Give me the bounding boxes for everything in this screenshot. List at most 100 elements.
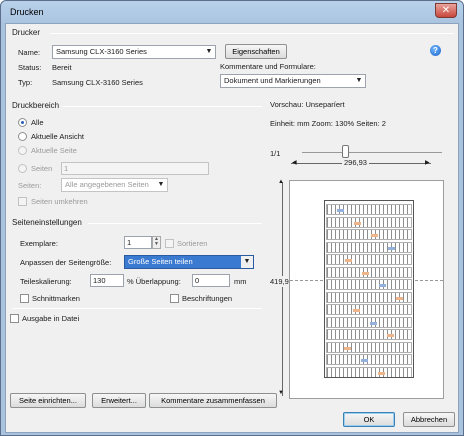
preview-highlight-mark: [378, 371, 385, 375]
help-icon[interactable]: ?: [430, 45, 441, 56]
cancel-button[interactable]: Abbrechen: [403, 412, 455, 427]
preview-text-line: [326, 291, 412, 303]
preview-page-indicator: 1/1: [270, 149, 281, 158]
preview-highlight-mark: [344, 346, 351, 350]
preview-text-line: [326, 354, 412, 365]
page-scaling-select[interactable]: Große Seiten teilen ▼: [124, 255, 254, 269]
copies-stepper[interactable]: ▲ ▼: [152, 236, 161, 249]
ok-button[interactable]: OK: [343, 412, 395, 427]
preview-text-line: [326, 316, 412, 328]
height-dimension-line: [282, 182, 283, 396]
printer-type-value: Samsung CLX-3160 Series: [52, 78, 143, 87]
overlap-unit: mm: [234, 277, 247, 286]
preview-highlight-mark: [353, 309, 360, 312]
comments-forms-value: Dokument und Markierungen: [224, 76, 321, 85]
print-to-file-label: Ausgabe in Datei: [22, 314, 80, 323]
window-title: Drucken: [10, 7, 44, 17]
cut-marks-checkbox[interactable]: [20, 294, 29, 303]
page-scaling-label: Anpassen der Seitengröße:: [20, 258, 112, 267]
print-range-separator: [62, 106, 262, 107]
printer-type-label: Typ:: [18, 78, 33, 87]
page-scaling-value: Große Seiten teilen: [128, 257, 193, 266]
advanced-button[interactable]: Erweitert...: [92, 393, 146, 408]
printer-section-title: Drucker: [12, 28, 41, 37]
page-slider-thumb[interactable]: [342, 145, 349, 158]
labels-label: Beschriftungen: [182, 294, 233, 303]
copies-input[interactable]: 1: [124, 236, 152, 249]
preview-highlight-mark: [361, 359, 368, 362]
radio-current-page[interactable]: [18, 146, 27, 155]
file-separator: [12, 308, 262, 309]
printer-name-value: Samsung CLX-3160 Series: [56, 47, 147, 56]
subset-label: Seiten:: [18, 181, 42, 190]
radio-current-view[interactable]: [18, 132, 27, 141]
preview-highlight-mark: [379, 284, 386, 287]
preview-text-line: [326, 279, 412, 290]
comments-forms-label: Kommentare und Formulare:: [220, 62, 316, 71]
chevron-down-icon: ▼: [157, 181, 165, 188]
preview-info: Einheit: mm Zoom: 130% Seiten: 2: [270, 119, 386, 128]
radio-pages-label: Seiten: [31, 164, 53, 173]
tile-scale-label: Teileskalierung:: [20, 277, 72, 286]
preview-highlight-mark: [345, 259, 352, 262]
tile-scale-input[interactable]: 130: [90, 274, 124, 287]
radio-current-view-label: Aktuelle Ansicht: [31, 132, 84, 141]
preview-text-line: [326, 254, 412, 265]
preview-text-line: [326, 241, 412, 253]
arrow-up-icon: ▲: [278, 179, 284, 185]
printer-status-value: Bereit: [52, 63, 72, 72]
preview-text-line: [326, 329, 412, 340]
printer-name-label: Name:: [18, 48, 41, 57]
labels-checkbox[interactable]: [170, 294, 179, 303]
preview-highlight-mark: [354, 221, 361, 225]
print-range-section-title: Druckbereich: [12, 101, 60, 110]
cut-marks-label: Schnittmarken: [32, 294, 80, 303]
preview-highlight-mark: [388, 246, 395, 250]
preview-text-line: [326, 266, 412, 278]
title-bar[interactable]: Drucken ✕: [1, 1, 463, 23]
reverse-pages-checkbox[interactable]: [18, 197, 27, 206]
radio-all[interactable]: [18, 118, 27, 127]
preview-width-value: 296,93: [342, 158, 369, 167]
preview-text-line: [326, 341, 412, 353]
properties-button[interactable]: Eigenschaften: [225, 44, 287, 59]
printer-status-label: Status:: [18, 63, 42, 72]
printer-name-select[interactable]: Samsung CLX-3160 Series ▼: [52, 45, 216, 59]
page-setup-button[interactable]: Seite einrichten...: [10, 393, 86, 408]
preview-highlight-mark: [337, 209, 344, 212]
radio-pages[interactable]: [18, 164, 27, 173]
reverse-pages-label: Seiten umkehren: [31, 197, 88, 206]
overlap-label: % Überlappung:: [127, 277, 181, 286]
comments-forms-select[interactable]: Dokument und Markierungen ▼: [220, 74, 366, 88]
page-settings-section-title: Seiteneinstellungen: [12, 218, 82, 227]
print-to-file-checkbox[interactable]: [10, 314, 19, 323]
summarize-comments-button[interactable]: Kommentare zusammenfassen: [149, 393, 277, 408]
copies-label: Exemplare:: [20, 239, 58, 248]
collate-checkbox[interactable]: [165, 239, 174, 248]
preview-text-line: [326, 229, 412, 240]
preview-document-thumbnail: [324, 200, 414, 378]
preview-text-line: [326, 216, 412, 228]
preview-text-line: [326, 204, 412, 215]
overlap-input[interactable]: 0: [192, 274, 230, 287]
preview-highlight-mark: [371, 234, 378, 237]
subset-select[interactable]: Alle angegebenen Seiten ▼: [61, 178, 168, 192]
chevron-down-icon: ▼: [241, 256, 253, 268]
radio-all-label: Alle: [31, 118, 44, 127]
preview-title: Vorschau: Unseparíert: [270, 100, 345, 109]
close-button[interactable]: ✕: [435, 3, 457, 18]
pages-range-input[interactable]: 1: [61, 162, 209, 175]
preview-page: [289, 180, 444, 399]
collate-label: Sortieren: [177, 239, 208, 248]
preview-text-line: [326, 366, 412, 377]
page-settings-separator: [88, 223, 262, 224]
page-slider-track[interactable]: [302, 152, 442, 153]
preview-text-line: [326, 304, 412, 315]
arrow-right-icon: ▶: [425, 160, 430, 166]
radio-current-page-label: Aktuelle Seite: [31, 146, 77, 155]
preview-highlight-mark: [387, 334, 394, 337]
arrow-left-icon: ◀: [292, 160, 297, 166]
print-dialog-window: Drucken ✕ Drucker Name: Samsung CLX-3160…: [0, 0, 464, 436]
arrow-down-icon: ▼: [278, 390, 284, 396]
chevron-down-icon: ▼: [355, 77, 363, 84]
